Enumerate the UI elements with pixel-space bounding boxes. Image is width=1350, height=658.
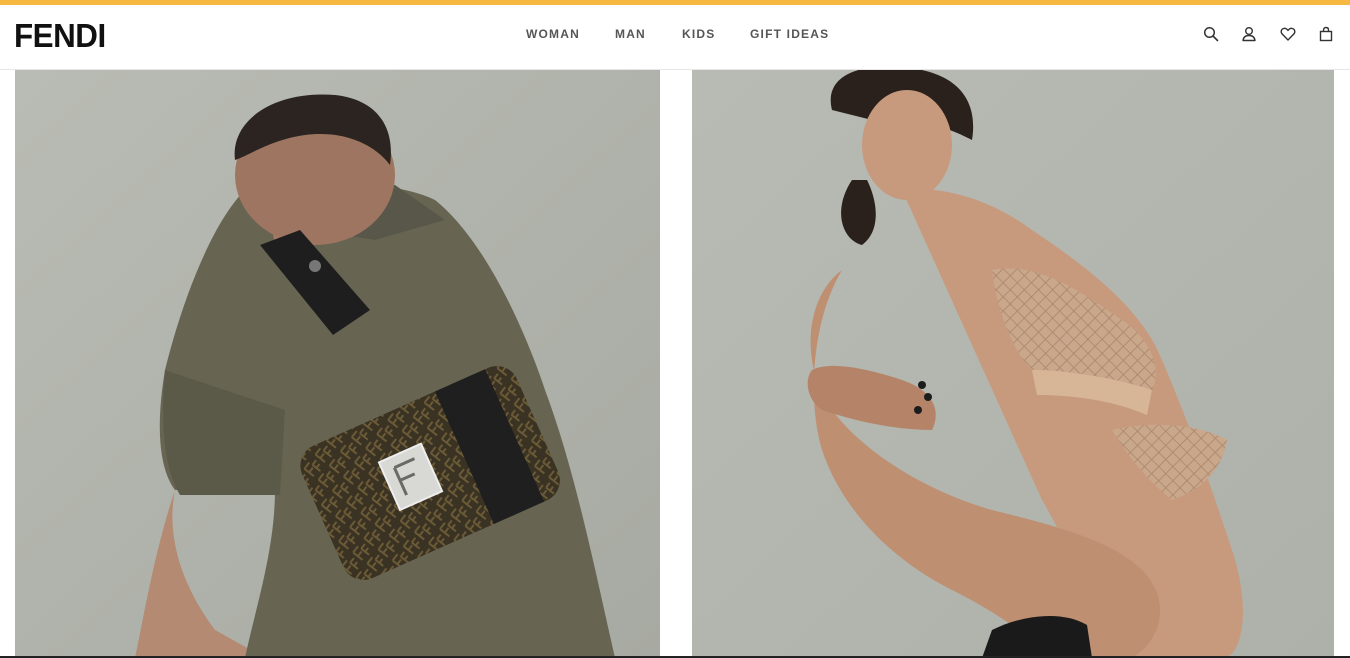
account-icon[interactable] xyxy=(1240,25,1258,43)
wishlist-heart-icon[interactable] xyxy=(1279,25,1297,43)
search-icon[interactable] xyxy=(1202,25,1220,43)
man-with-belt-bag-illustration xyxy=(15,70,660,658)
editorial-image-man[interactable] xyxy=(15,70,660,658)
site-header: FENDI WOMAN MAN KIDS GIFT IDEAS xyxy=(0,5,1350,70)
woman-in-mesh-lingerie-illustration xyxy=(692,70,1334,658)
header-icons xyxy=(0,25,1350,45)
editorial-image-woman[interactable] xyxy=(692,70,1334,658)
shopping-bag-icon[interactable] xyxy=(1317,25,1335,43)
